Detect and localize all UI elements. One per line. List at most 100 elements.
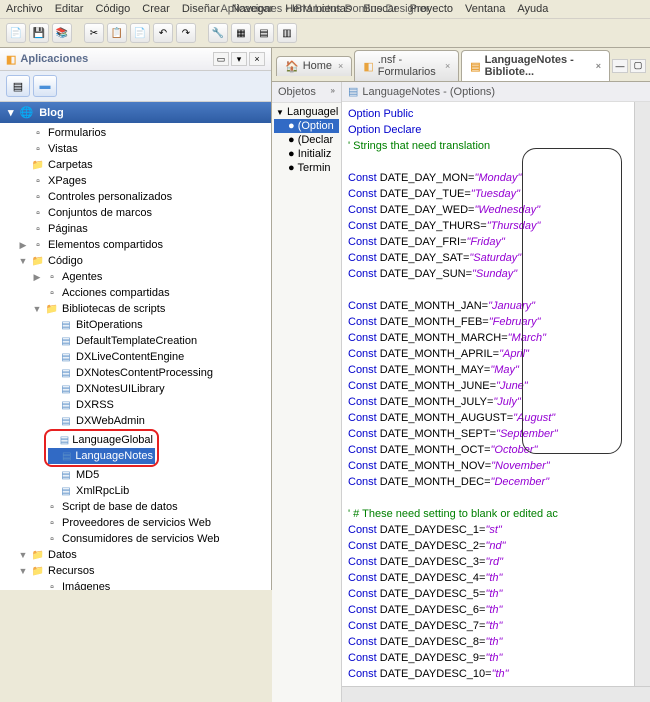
- editor-tab[interactable]: ◧.nsf - Formularios×: [354, 50, 459, 81]
- code-line: Const DATE_MONTH_APRIL="April": [348, 346, 628, 362]
- tree-item[interactable]: ▫Acciones compartidas: [4, 285, 271, 301]
- maximize-icon[interactable]: ▢: [630, 59, 646, 73]
- tab-close-icon[interactable]: ×: [338, 61, 343, 71]
- tree-item[interactable]: ▼📁Código: [4, 253, 271, 269]
- editor-tab[interactable]: 🏠Home×: [276, 56, 352, 76]
- minimize-icon[interactable]: —: [612, 59, 628, 73]
- tool4-icon[interactable]: ▥: [277, 23, 297, 43]
- twisty-icon[interactable]: ▼: [18, 256, 28, 266]
- tree-item[interactable]: ▤DefaultTemplateCreation: [4, 333, 271, 349]
- panel-close-icon[interactable]: ×: [249, 52, 265, 66]
- tree-item[interactable]: ▫Proveedores de servicios Web: [4, 515, 271, 531]
- code-line: [348, 154, 628, 170]
- menu-archivo[interactable]: Archivo: [6, 3, 43, 15]
- save-all-icon[interactable]: 📚: [52, 23, 72, 43]
- folder-icon: 📁: [31, 564, 45, 578]
- tree-item[interactable]: ▫Consumidores de servicios Web: [4, 531, 271, 547]
- script-icon: ▤: [59, 366, 73, 380]
- tree-item[interactable]: ▤DXNotesUILibrary: [4, 381, 271, 397]
- tree-label: DefaultTemplateCreation: [76, 335, 197, 347]
- tree-item[interactable]: ▤LanguageNotes: [48, 448, 155, 464]
- panel-title: Aplicaciones: [20, 53, 88, 65]
- ctrl-icon: ▫: [31, 190, 45, 204]
- tab-close-icon[interactable]: ×: [445, 61, 450, 71]
- redo-icon[interactable]: ↷: [176, 23, 196, 43]
- tree-item[interactable]: ▤DXLiveContentEngine: [4, 349, 271, 365]
- tree-item[interactable]: ▤XmlRpcLib: [4, 483, 271, 499]
- code-line: Const DATE_DAYDESC_3="rd": [348, 554, 628, 570]
- menu-diseñar[interactable]: Diseñar: [182, 3, 220, 15]
- tree-label: Proveedores de servicios Web: [62, 517, 211, 529]
- tree-item[interactable]: ▤BitOperations: [4, 317, 271, 333]
- blog-globe-icon: 🌐: [20, 106, 34, 119]
- tree-item[interactable]: ▫Vistas: [4, 141, 271, 157]
- tree-label: Agentes: [62, 271, 102, 283]
- menu-código[interactable]: Código: [95, 3, 130, 15]
- tree-item[interactable]: ▤DXNotesContentProcessing: [4, 365, 271, 381]
- tree-item[interactable]: ▫Páginas: [4, 221, 271, 237]
- navigator-tree[interactable]: ▫Formularios▫Vistas📁Carpetas▫XPages▫Cont…: [0, 123, 271, 590]
- panel-btn1-icon[interactable]: ▭: [213, 52, 229, 66]
- outline-item[interactable]: ● (Declar: [274, 133, 339, 147]
- menu-editar[interactable]: Editar: [55, 3, 84, 15]
- tree-item[interactable]: ▶▫Agentes: [4, 269, 271, 285]
- tree-item[interactable]: ▤DXWebAdmin: [4, 413, 271, 429]
- code-line: Const DATE_DAY_WED="Wednesday": [348, 202, 628, 218]
- horizontal-scrollbar[interactable]: [342, 686, 650, 702]
- tree-item[interactable]: ▼📁Bibliotecas de scripts: [4, 301, 271, 317]
- tree-item[interactable]: ▫XPages: [4, 173, 271, 189]
- tree-item[interactable]: ▤MD5: [4, 467, 271, 483]
- undo-icon[interactable]: ↶: [153, 23, 173, 43]
- outline-item[interactable]: ● Initializ: [274, 147, 339, 161]
- tree-item[interactable]: ▫Controles personalizados: [4, 189, 271, 205]
- objects-dropdown-icon[interactable]: »: [331, 86, 335, 98]
- outline-tree[interactable]: ▼ Languagel● (Option● (Declar● Initializ…: [272, 103, 341, 177]
- outline-item[interactable]: ● Termin: [274, 161, 339, 175]
- tree-item[interactable]: ▼📁Recursos: [4, 563, 271, 579]
- tab-close-icon[interactable]: ×: [596, 61, 601, 71]
- twisty-icon[interactable]: ▶: [18, 240, 28, 251]
- code-line: Const DATE_DAYDESC_4="th": [348, 570, 628, 586]
- copy-icon[interactable]: 📋: [107, 23, 127, 43]
- panel-btn2-icon[interactable]: ▾: [231, 52, 247, 66]
- twisty-icon[interactable]: ▼: [18, 550, 28, 560]
- code-editor[interactable]: Option PublicOption Declare' Strings tha…: [342, 102, 634, 686]
- tree-item[interactable]: ▫Formularios: [4, 125, 271, 141]
- tool3-icon[interactable]: ▤: [254, 23, 274, 43]
- db2-icon[interactable]: ▬: [33, 75, 57, 97]
- code-line: Const DATE_DAYDESC_8="th": [348, 634, 628, 650]
- menu-ventana[interactable]: Ventana: [465, 3, 505, 15]
- tree-label: DXNotesUILibrary: [76, 383, 165, 395]
- twisty-icon[interactable]: ▼: [32, 304, 42, 314]
- tree-label: LanguageNotes: [75, 450, 153, 462]
- twisty-icon[interactable]: ▼: [18, 566, 28, 576]
- editor-tab[interactable]: ▤LanguageNotes - Bibliote...×: [461, 50, 610, 81]
- agent-icon: ▫: [45, 270, 59, 284]
- twisty-icon[interactable]: ▼: [276, 108, 284, 117]
- dbscript-icon: ▫: [45, 500, 59, 514]
- paste-icon[interactable]: 📄: [130, 23, 150, 43]
- vertical-scrollbar[interactable]: [634, 102, 650, 686]
- tool-icon[interactable]: 🔧: [208, 23, 228, 43]
- tree-item[interactable]: ▼📁Datos: [4, 547, 271, 563]
- outline-item[interactable]: ▼ Languagel: [274, 105, 339, 119]
- tree-item[interactable]: ▫Imágenes: [4, 579, 271, 590]
- tree-item[interactable]: ▤DXRSS: [4, 397, 271, 413]
- tree-label: Código: [48, 255, 83, 267]
- save-icon[interactable]: 💾: [29, 23, 49, 43]
- blog-header[interactable]: ▾ 🌐 Blog: [0, 102, 271, 123]
- menu-crear[interactable]: Crear: [142, 3, 170, 15]
- tree-item[interactable]: ▶▫Elementos compartidos: [4, 237, 271, 253]
- twisty-icon[interactable]: ▶: [32, 272, 42, 283]
- menu-ayuda[interactable]: Ayuda: [517, 3, 548, 15]
- cut-icon[interactable]: ✂: [84, 23, 104, 43]
- tree-item[interactable]: ▫Conjuntos de marcos: [4, 205, 271, 221]
- tree-item[interactable]: ▤LanguageGlobal: [48, 432, 155, 448]
- new-icon[interactable]: 📄: [6, 23, 26, 43]
- tool2-icon[interactable]: ▦: [231, 23, 251, 43]
- tree-item[interactable]: ▫Script de base de datos: [4, 499, 271, 515]
- db1-icon[interactable]: ▤: [6, 75, 30, 97]
- tree-item[interactable]: 📁Carpetas: [4, 157, 271, 173]
- outline-item[interactable]: ● (Option: [274, 119, 339, 133]
- blog-expand-icon[interactable]: ▾: [8, 106, 14, 119]
